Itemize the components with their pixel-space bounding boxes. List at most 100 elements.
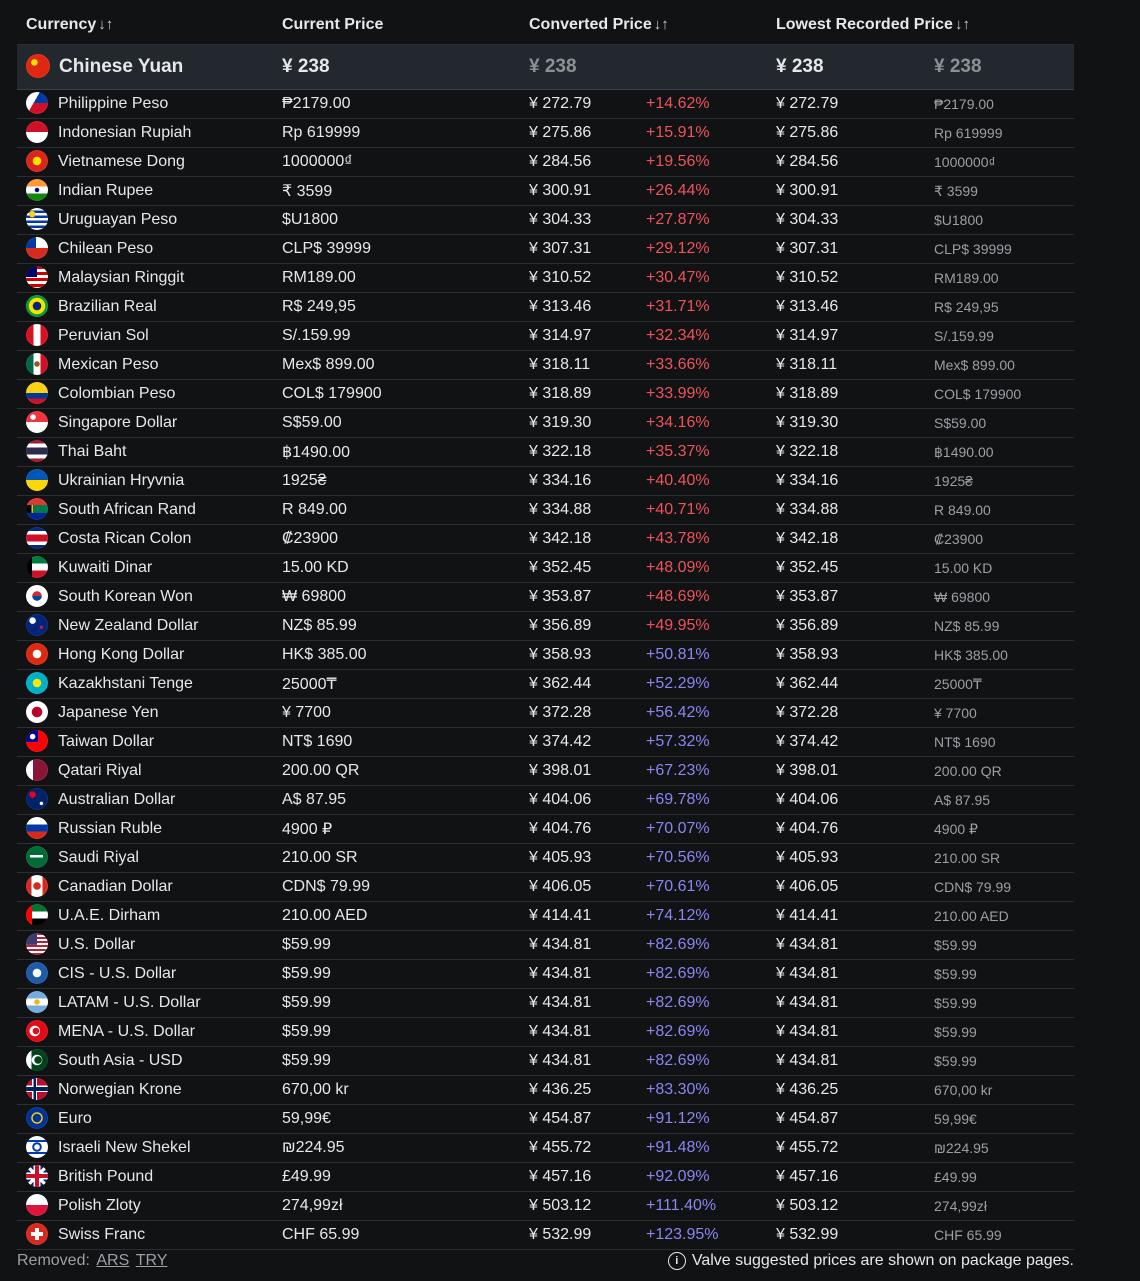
lowest-converted-price: ¥ 436.25 [767, 1075, 925, 1105]
column-header-converted-price[interactable]: Converted Price ↓↑ [520, 6, 767, 45]
converted-price: ¥ 398.01 [520, 756, 643, 786]
column-header-currency[interactable]: Currency ↓↑ [17, 6, 273, 45]
current-price: RM189.00 [273, 263, 520, 293]
lowest-original-price: $59.99 [925, 988, 1075, 1018]
price-difference: +40.71% [643, 495, 767, 525]
currency-cell: South Asia - USD [17, 1046, 273, 1076]
flag-icon [26, 382, 48, 404]
currency-cell: U.A.E. Dirham [17, 901, 273, 931]
currency-name: U.A.E. Dirham [58, 907, 161, 925]
price-difference: +35.37% [643, 437, 767, 467]
price-difference: +82.69% [643, 1017, 767, 1047]
price-difference: +26.44% [643, 176, 767, 206]
table-row: Qatari Riyal 200.00 QR ¥ 398.01 +67.23% ¥ 39… [17, 756, 1075, 786]
currency-cell: Japanese Yen [17, 698, 273, 728]
current-price: 200.00 QR [273, 756, 520, 786]
current-price: 59,99€ [273, 1104, 520, 1134]
current-price: CDN$ 79.99 [273, 872, 520, 902]
current-price: ₩ 69800 [273, 582, 520, 612]
table-row: Mexican Peso Mex$ 899.00 ¥ 318.11 +33.66% ¥ … [17, 350, 1075, 380]
lowest-converted-price: ¥ 322.18 [767, 437, 925, 467]
table-row: Canadian Dollar CDN$ 79.99 ¥ 406.05 +70.61%… [17, 872, 1075, 902]
removed-label: Removed: [17, 1252, 90, 1269]
currency-name: New Zealand Dollar [58, 617, 199, 635]
flag-icon [26, 295, 48, 317]
lowest-original-price: S/.159.99 [925, 321, 1075, 351]
current-price: 15.00 KD [273, 553, 520, 583]
table-row: MENA - U.S. Dollar $59.99 ¥ 434.81 +82.69% ¥… [17, 1017, 1075, 1047]
table-row: Indonesian Rupiah Rp 619999 ¥ 275.86 +15.91… [17, 118, 1075, 148]
lowest-original-price: $59.99 [925, 930, 1075, 960]
price-difference: +111.40% [643, 1191, 767, 1221]
flag-icon [26, 846, 48, 868]
price-difference: +82.69% [643, 930, 767, 960]
table-row: U.A.E. Dirham 210.00 AED ¥ 414.41 +74.12% ¥ … [17, 901, 1075, 931]
table-row: Vietnamese Dong 1000000₫ ¥ 284.56 +19.56% ¥ … [17, 147, 1075, 177]
flag-icon [26, 1165, 48, 1187]
flag-icon [26, 92, 48, 114]
flag-icon [26, 585, 48, 607]
currency-name: South Asia - USD [58, 1052, 183, 1070]
lowest-converted-price: ¥ 300.91 [767, 176, 925, 206]
price-difference: +48.69% [643, 582, 767, 612]
flag-icon [26, 150, 48, 172]
lowest-converted-price: ¥ 352.45 [767, 553, 925, 583]
converted-price: ¥ 372.28 [520, 698, 643, 728]
price-difference: +40.40% [643, 466, 767, 496]
lowest-converted-price: ¥ 406.05 [767, 872, 925, 902]
currency-cell: Indonesian Rupiah [17, 118, 273, 148]
converted-price: ¥ 405.93 [520, 843, 643, 873]
lowest-converted-price: ¥ 238 [767, 44, 925, 90]
currency-cell: Mexican Peso [17, 350, 273, 380]
removed-link-ars[interactable]: ARS [96, 1252, 129, 1269]
converted-price: ¥ 434.81 [520, 1017, 643, 1047]
currency-cell: South African Rand [17, 495, 273, 525]
note-text: Valve suggested prices are shown on pack… [691, 1252, 1074, 1269]
current-price: 670,00 kr [273, 1075, 520, 1105]
currency-cell: Singapore Dollar [17, 408, 273, 438]
currency-name: Israeli New Shekel [58, 1139, 191, 1157]
removed-link-try[interactable]: TRY [136, 1252, 168, 1269]
current-price: $59.99 [273, 930, 520, 960]
current-price: 1925₴ [273, 466, 520, 496]
current-price: HK$ 385.00 [273, 640, 520, 670]
converted-price: ¥ 307.31 [520, 234, 643, 264]
currency-cell: Taiwan Dollar [17, 727, 273, 757]
flag-icon [26, 614, 48, 636]
flag-icon [26, 208, 48, 230]
table-row: Philippine Peso ₱2179.00 ¥ 272.79 +14.62% ¥ … [17, 89, 1075, 119]
lowest-original-price: CDN$ 79.99 [925, 872, 1075, 902]
price-difference: +33.66% [643, 350, 767, 380]
currency-cell: Australian Dollar [17, 785, 273, 815]
lowest-converted-price: ¥ 455.72 [767, 1133, 925, 1163]
table-row: Brazilian Real R$ 249,95 ¥ 313.46 +31.71% ¥ … [17, 292, 1075, 322]
lowest-converted-price: ¥ 319.30 [767, 408, 925, 438]
currency-name: Japanese Yen [58, 704, 159, 722]
column-header-lowest-recorded-price[interactable]: Lowest Recorded Price ↓↑ [767, 6, 1074, 45]
lowest-original-price: Rp 619999 [925, 118, 1075, 148]
lowest-converted-price: ¥ 334.88 [767, 495, 925, 525]
currency-name: Swiss Franc [58, 1226, 146, 1244]
current-price: ¥ 238 [273, 44, 520, 90]
table-row: Hong Kong Dollar HK$ 385.00 ¥ 358.93 +50.81… [17, 640, 1075, 670]
table-row: Saudi Riyal 210.00 SR ¥ 405.93 +70.56% ¥ 405… [17, 843, 1075, 873]
converted-price: ¥ 406.05 [520, 872, 643, 902]
currency-name: LATAM - U.S. Dollar [58, 994, 201, 1012]
price-difference: +57.32% [643, 727, 767, 757]
table-row: Chilean Peso CLP$ 39999 ¥ 307.31 +29.12% ¥ 3… [17, 234, 1075, 264]
flag-icon [26, 1136, 48, 1158]
price-difference: +92.09% [643, 1162, 767, 1192]
converted-price: ¥ 454.87 [520, 1104, 643, 1134]
table-row: LATAM - U.S. Dollar $59.99 ¥ 434.81 +82.69%… [17, 988, 1075, 1018]
table-row: Polish Zloty 274,99zł ¥ 503.12 +111.40% ¥ 50… [17, 1191, 1075, 1221]
currency-name: CIS - U.S. Dollar [58, 965, 177, 983]
currency-name: Norwegian Krone [58, 1081, 182, 1099]
lowest-converted-price: ¥ 457.16 [767, 1162, 925, 1192]
price-difference: +34.16% [643, 408, 767, 438]
currency-cell: South Korean Won [17, 582, 273, 612]
price-difference: +50.81% [643, 640, 767, 670]
converted-price: ¥ 334.16 [520, 466, 643, 496]
table-row: South Asia - USD $59.99 ¥ 434.81 +82.69% ¥ 4… [17, 1046, 1075, 1076]
converted-price: ¥ 318.11 [520, 350, 643, 380]
lowest-converted-price: ¥ 404.76 [767, 814, 925, 844]
